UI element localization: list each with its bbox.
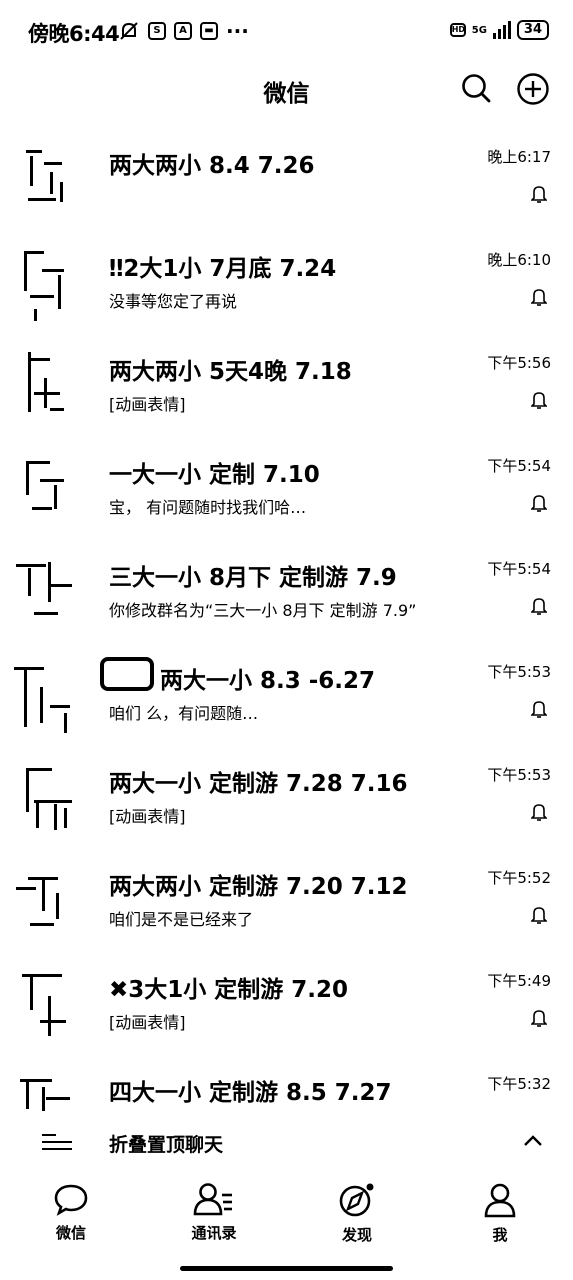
chat-time: 下午5:54 (487, 560, 551, 578)
chat-title: 四大一小 定制游 8.5 7.27 (109, 1080, 392, 1106)
chat-bubble-icon (54, 1184, 88, 1216)
group-avatar (20, 348, 82, 428)
app-notification-icon: S (148, 22, 166, 40)
chat-list-item[interactable]: 两大一小 定制游 7.28 7.16 [动画表情] 下午5:53 (0, 748, 573, 851)
chat-title: 两大两小 定制游 7.20 7.12 (109, 874, 408, 900)
mute-notification-icon (120, 22, 138, 40)
tab-label: 通讯录 (191, 1224, 237, 1242)
contacts-icon (193, 1183, 232, 1216)
chat-list-item[interactable]: ✖3大1小 定制游 7.20 [动画表情] 下午5:49 (0, 954, 573, 1057)
fold-pinned-label: 折叠置顶聊天 (109, 1134, 224, 1156)
muted-bell-icon (531, 907, 547, 924)
chat-preview: 宝， 有问题随时找我们哈… (109, 498, 307, 517)
chat-preview: [动画表情] (109, 807, 186, 826)
chat-title: 两大两小 5天4晚 7.18 (109, 359, 352, 385)
group-avatar (20, 760, 82, 840)
network-type: 5G (471, 24, 487, 36)
chat-preview: [动画表情] (109, 395, 186, 414)
chat-time: 下午5:49 (487, 972, 551, 990)
muted-bell-icon (531, 186, 547, 203)
chat-time: 晚上6:10 (487, 251, 551, 269)
fold-pinned-chats-row[interactable]: 折叠置顶聊天 (0, 1118, 573, 1166)
chat-title: 两大一小 定制游 7.28 7.16 (109, 771, 408, 797)
tab-me[interactable]: 我 (450, 1182, 550, 1245)
chat-list-item[interactable]: 两大两小 定制游 7.20 7.12 咱们是不是已经来了 下午5:52 (0, 851, 573, 954)
muted-bell-icon (531, 804, 547, 821)
more-notifications-icon: ··· (226, 19, 249, 43)
compass-icon (339, 1183, 374, 1217)
chat-list-item[interactable]: 三大一小 8月下 定制游 7.9 你修改群名为“三大一小 8月下 定制游 7.9… (0, 542, 573, 645)
chat-preview: 没事等您定了再说 (109, 292, 238, 311)
chat-title: 两大一小 8.3 -6.27 (160, 668, 376, 694)
search-icon[interactable] (460, 72, 492, 104)
chat-title: ✖3大1小 定制游 7.20 (109, 977, 349, 1003)
group-avatar (16, 554, 82, 634)
group-avatar (16, 863, 82, 943)
chat-preview: [动画表情] (109, 1013, 186, 1032)
tab-chats[interactable]: 微信 (21, 1182, 121, 1243)
chat-preview: 咱们是不是已经来了 (109, 910, 254, 929)
battery-indicator: 34 (516, 20, 549, 40)
group-avatar (14, 657, 82, 737)
chat-time: 下午5:54 (487, 457, 551, 475)
app-notification-icon: A (174, 22, 192, 40)
chat-time: 下午5:32 (487, 1075, 551, 1093)
header: 微信 (0, 62, 573, 118)
muted-bell-icon (531, 598, 547, 615)
add-plus-icon[interactable] (516, 72, 550, 106)
status-notification-icons: S A ▬ ··· (118, 19, 249, 43)
home-indicator[interactable] (180, 1266, 393, 1271)
tab-label: 发现 (341, 1226, 372, 1244)
group-avatar (20, 451, 82, 531)
chat-list-item[interactable]: 两大一小 8.3 -6.27 咱们 么，有问题随… 下午5:53 (0, 645, 573, 748)
chat-list-item[interactable]: 一大一小 定制 7.10 宝， 有问题随时找我们哈… 下午5:54 (0, 439, 573, 542)
tab-label: 微信 (55, 1224, 86, 1242)
group-avatar (20, 1069, 82, 1113)
chat-preview: 你修改群名为“三大一小 8月下 定制游 7.9” (109, 601, 417, 620)
group-avatar (20, 966, 82, 1046)
muted-bell-icon (531, 392, 547, 409)
muted-bell-icon (531, 1010, 547, 1027)
chat-list-item[interactable]: ‼2大1小 7月底 7.24 没事等您定了再说 晚上6:10 (0, 233, 573, 336)
muted-bell-icon (531, 289, 547, 306)
status-bar: 傍晚6:44 S A ▬ ··· HD 5G 34 (0, 0, 573, 62)
group-avatar (20, 245, 82, 325)
muted-bell-icon (531, 701, 547, 718)
chat-title: 一大一小 定制 7.10 (109, 462, 320, 488)
status-time: 傍晚6:44 (28, 22, 120, 46)
fold-list-icon (42, 1132, 72, 1152)
chat-time: 下午5:53 (487, 663, 551, 681)
highlighted-tag (100, 657, 154, 691)
status-right-icons: HD 5G 34 (449, 20, 549, 40)
chat-list-item[interactable]: 两大两小 5天4晚 7.18 [动画表情] 下午5:56 (0, 336, 573, 439)
chat-time: 晚上6:17 (487, 148, 551, 166)
chat-list-item[interactable]: 两大两小 8.4 7.26 晚上6:17 (0, 130, 573, 233)
signal-icon (492, 21, 511, 39)
chat-title: 两大两小 8.4 7.26 (109, 153, 315, 179)
muted-bell-icon (531, 495, 547, 512)
app-notification-icon: ▬ (200, 22, 218, 40)
chat-time: 下午5:52 (487, 869, 551, 887)
chevron-up-icon[interactable] (522, 1130, 544, 1152)
chat-list: 两大两小 8.4 7.26 晚上6:17 ‼2大1小 7月底 7.24 没事等您… (0, 130, 573, 1160)
tab-label: 我 (492, 1226, 508, 1244)
group-avatar (20, 142, 82, 222)
tab-discover[interactable]: 发现 (307, 1182, 407, 1245)
person-icon (484, 1183, 516, 1218)
chat-title: 三大一小 8月下 定制游 7.9 (109, 565, 397, 591)
chat-title: ‼2大1小 7月底 7.24 (109, 256, 337, 282)
hd-icon: HD (449, 23, 466, 37)
chat-time: 下午5:56 (487, 354, 551, 372)
chat-preview: 咱们 么，有问题随… (109, 704, 259, 723)
chat-time: 下午5:53 (487, 766, 551, 784)
tab-contacts[interactable]: 通讯录 (164, 1182, 264, 1243)
bottom-tab-bar: 微信 通讯录 发现 我 (0, 1172, 573, 1280)
